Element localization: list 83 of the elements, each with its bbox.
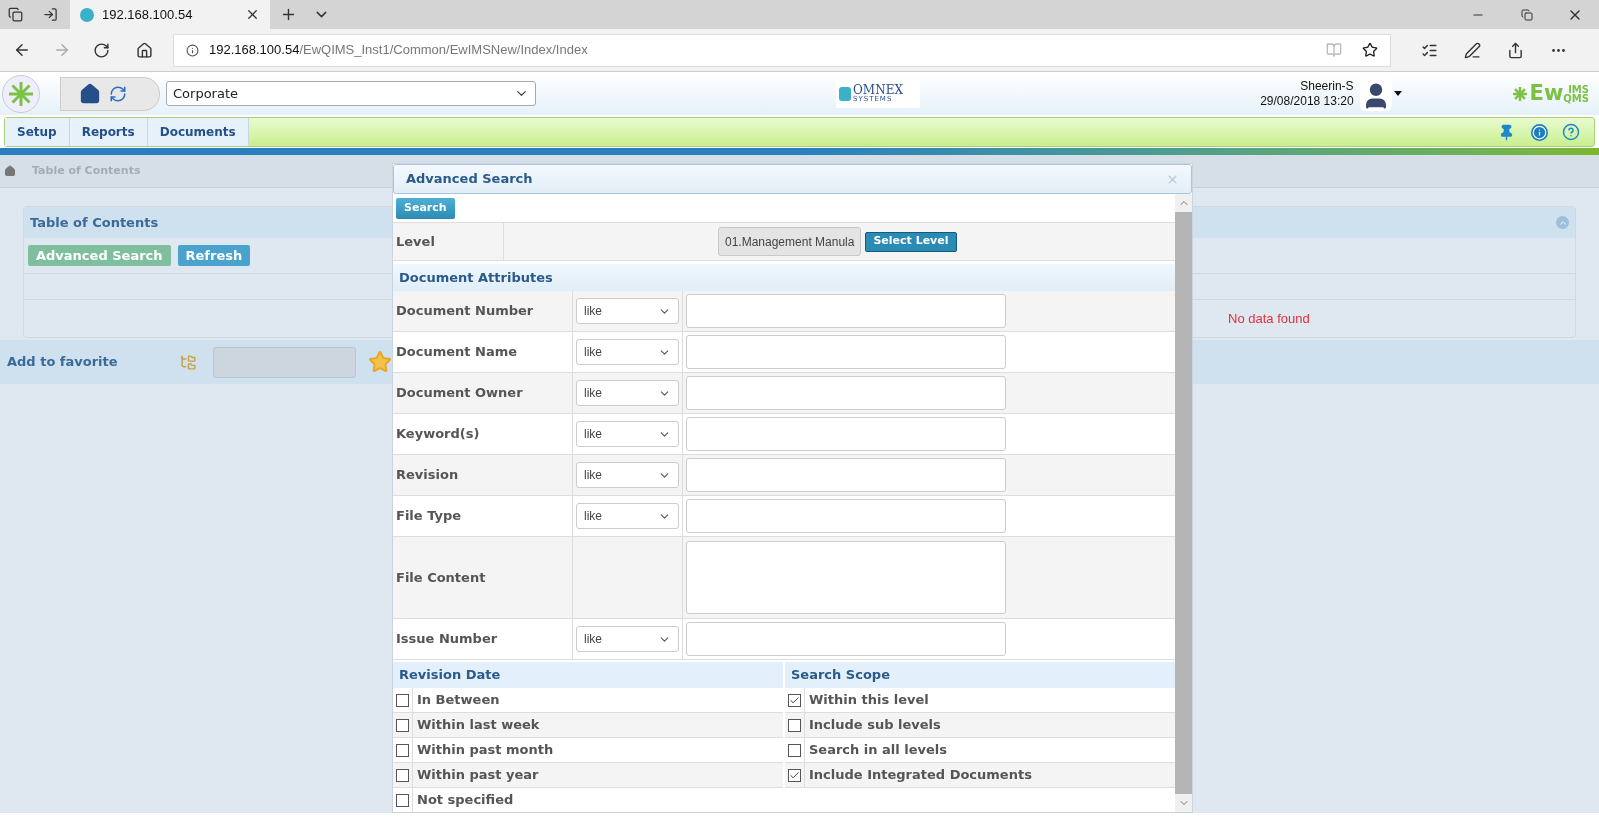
help-icon[interactable]	[1562, 123, 1580, 141]
share-icon[interactable]	[1507, 41, 1524, 59]
field-label: Keyword(s)	[393, 414, 573, 454]
input-field[interactable]	[686, 417, 1006, 451]
option-label: Within past month	[416, 741, 554, 760]
input-field[interactable]	[686, 335, 1006, 369]
new-tab-icon[interactable]	[280, 6, 297, 23]
operator-select[interactable]: like	[576, 462, 679, 488]
section-header: Search Scope	[785, 662, 1175, 688]
favorite-name-field[interactable]	[213, 346, 356, 378]
tab-aside-icon[interactable]	[43, 7, 58, 22]
info-icon[interactable]	[186, 43, 199, 57]
checkbox[interactable]	[396, 718, 409, 732]
checkbox[interactable]	[788, 718, 801, 732]
pin-icon[interactable]	[1498, 123, 1515, 141]
caret-icon[interactable]	[1393, 91, 1402, 96]
operator-select[interactable]: like	[576, 298, 679, 324]
empty-message: No data found	[1228, 309, 1310, 328]
checkbox[interactable]	[788, 768, 801, 782]
dialog-title: Advanced Search	[406, 170, 534, 189]
checkbox[interactable]	[396, 793, 409, 807]
reload-icon[interactable]	[93, 41, 110, 59]
panel-title: Table of Contents	[30, 213, 160, 232]
organization-select[interactable]: Corporate	[166, 81, 536, 106]
option-label: Search in all levels	[808, 741, 948, 760]
avatar-icon[interactable]	[1359, 76, 1392, 111]
user-name: Sheerin-S	[1300, 78, 1354, 94]
level-field[interactable]: 01.Management Manula	[718, 227, 862, 256]
restore-icon[interactable]	[1521, 8, 1533, 21]
operator-select[interactable]: like	[576, 380, 679, 406]
option-label: Within past year	[416, 766, 539, 785]
asterisk-icon	[1511, 85, 1528, 102]
star-icon[interactable]	[368, 350, 392, 374]
option-label: Include sub levels	[808, 716, 941, 735]
operator-select[interactable]: like	[576, 626, 679, 652]
checkbox[interactable]	[788, 693, 801, 707]
option-label: Within this level	[808, 691, 929, 710]
field-label: Revision	[393, 455, 573, 495]
login-datetime: 29/08/2018 13:20	[1260, 93, 1354, 109]
back-icon[interactable]	[13, 41, 31, 59]
favorite-label: Add to favorite	[6, 353, 119, 372]
tab-manager-icon[interactable]	[8, 7, 23, 22]
checkbox[interactable]	[396, 693, 409, 707]
checkbox[interactable]	[396, 743, 409, 757]
input-field[interactable]	[686, 376, 1006, 410]
favorite-star-icon[interactable]	[1362, 42, 1378, 58]
input-field[interactable]	[686, 294, 1006, 328]
address-field[interactable]: 192.168.100.54/EwQIMS_Inst1/Common/EwIMSNew/Index/Index	[173, 33, 1391, 67]
input-field[interactable]	[686, 622, 1006, 656]
option-label: Include Integrated Documents	[808, 766, 1032, 785]
site-icon	[80, 7, 94, 22]
checkbox[interactable]	[396, 768, 409, 782]
operator-select[interactable]: like	[576, 503, 679, 529]
operator-select[interactable]: like	[576, 339, 679, 365]
field-label: Document Owner	[393, 373, 573, 413]
input-field[interactable]	[686, 499, 1006, 533]
menu-item[interactable]: Setup	[5, 118, 70, 146]
menu-item[interactable]: Reports	[69, 118, 148, 146]
home-icon[interactable]	[136, 41, 153, 59]
field-label: Document Number	[393, 291, 573, 331]
home-icon[interactable]	[79, 82, 101, 105]
input-field[interactable]	[686, 458, 1006, 492]
select-level-button[interactable]: Select Level	[865, 231, 957, 252]
browser-tab[interactable]: 192.168.100.54	[70, 0, 270, 29]
field-label: Document Name	[393, 332, 573, 372]
option-label: Not specified	[416, 791, 514, 810]
menu-item[interactable]: Documents	[147, 118, 249, 146]
section-header: Revision Date	[393, 662, 783, 688]
field-label: File Type	[393, 496, 573, 536]
field-label: Level	[393, 223, 504, 260]
field-label: Issue Number	[393, 619, 573, 659]
url-text: 192.168.100.54/EwQIMS_Inst1/Common/EwIMSNew/Index/Index	[209, 41, 589, 60]
tab-title: 192.168.100.54	[102, 5, 194, 24]
checkbox[interactable]	[788, 743, 801, 757]
option-label: Within last week	[416, 716, 540, 735]
operator-select[interactable]: like	[576, 421, 679, 447]
info-icon[interactable]	[1531, 123, 1548, 141]
field-label: File Content	[393, 537, 573, 618]
option-label: In Between	[416, 691, 500, 710]
close-icon[interactable]	[245, 7, 260, 22]
refresh-icon[interactable]	[109, 84, 127, 103]
section-header: Document Attributes	[393, 264, 1175, 291]
pen-icon[interactable]	[1464, 41, 1481, 59]
